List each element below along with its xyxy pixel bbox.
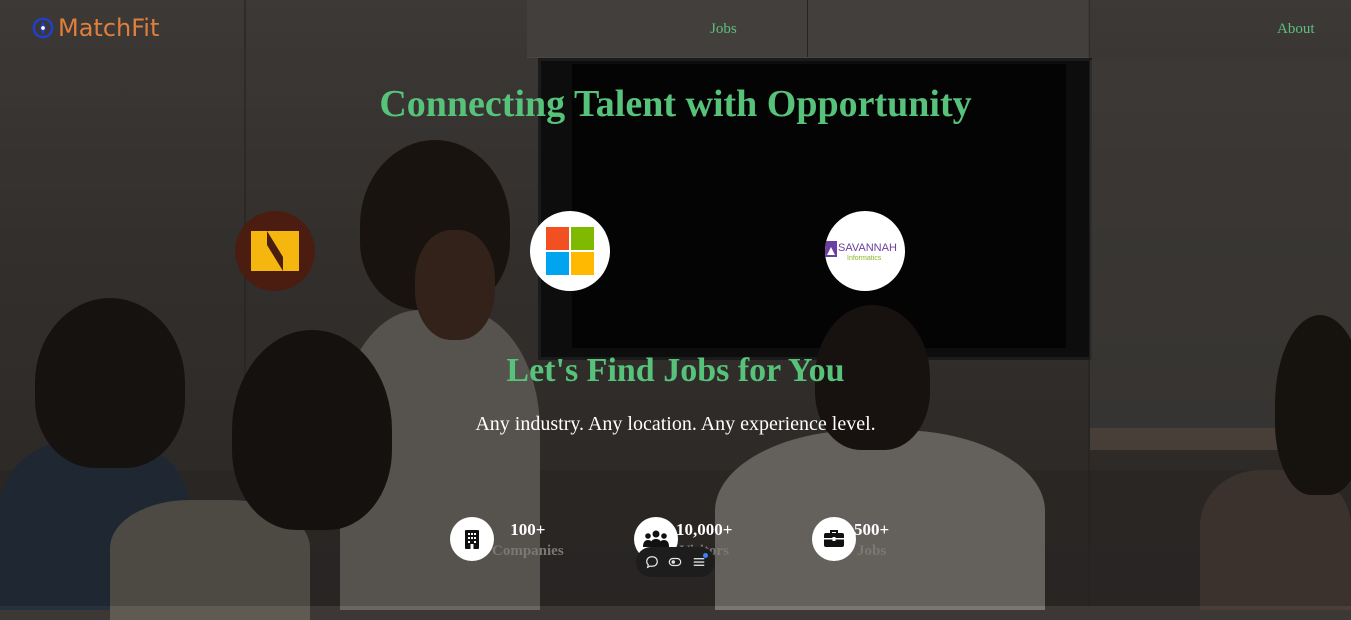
hero-tagline: Any industry. Any location. Any experien… [475, 413, 876, 435]
stat-label: Jobs [857, 543, 887, 559]
stat-label: Companies [492, 543, 564, 559]
comment-icon[interactable] [643, 553, 661, 571]
partner-logo-microsoft [530, 211, 610, 291]
toggle-icon[interactable] [666, 553, 684, 571]
notification-dot [703, 553, 709, 558]
brand-logo-link[interactable]: MatchFit [32, 14, 159, 42]
savannah-logo-text: SAVANNAH [838, 242, 897, 254]
floating-toolbar [636, 547, 715, 577]
microsoft-logo [546, 227, 594, 275]
stat-companies: 100+ Companies [450, 517, 564, 561]
partner-logo-n [235, 211, 315, 291]
stat-value: 500+ [854, 520, 890, 539]
nav-link-about[interactable]: About [1277, 21, 1315, 38]
partner-logo-savannah: SAVANNAH Informatics [825, 211, 905, 291]
stat-value: 100+ [510, 520, 546, 539]
savannah-logo-subtext: Informatics [847, 255, 882, 262]
savannah-informatics-logo: SAVANNAH Informatics [825, 241, 897, 262]
menu-icon[interactable] [690, 553, 709, 571]
compass-icon [32, 17, 54, 39]
nav-link-jobs[interactable]: Jobs [710, 21, 737, 38]
stat-jobs: 500+ Jobs [812, 517, 889, 561]
building-icon [450, 517, 494, 561]
hero-title: Connecting Talent with Opportunity [379, 83, 972, 125]
stat-value: 10,000+ [676, 520, 733, 539]
hero-subtitle: Let's Find Jobs for You [506, 352, 845, 389]
brand-name: MatchFit [58, 14, 160, 42]
briefcase-icon [812, 517, 856, 561]
stylized-n-logo [251, 231, 299, 271]
